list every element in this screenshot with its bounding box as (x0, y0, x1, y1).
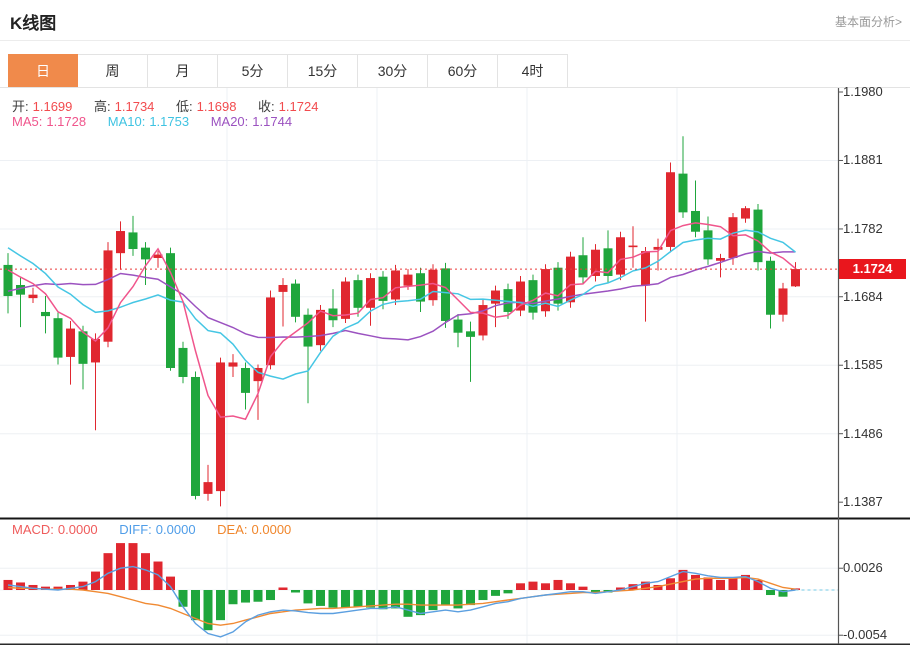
kline-chart[interactable]: 开: 1.1699 高: 1.1734 低: 1.1698 收: 1.1724 MA5:… (0, 88, 910, 646)
ma5-label: MA5: (12, 114, 42, 129)
price-tick-1.1585: 1.1585 (843, 357, 883, 372)
open-label: 开: (12, 99, 29, 114)
ma20-label: MA20: (211, 114, 249, 129)
ma-readout: MA5: 1.1728 MA10:1.1753 MA20:1.1744 (12, 114, 296, 129)
widget-header: K线图 基本面分析> (0, 0, 910, 41)
ma10-value: 1.1753 (149, 114, 189, 129)
macd-label: MACD: (12, 522, 54, 537)
current-price-tag: 1.1724 (839, 259, 906, 279)
ohlc-readout: 开: 1.1699 高: 1.1734 低: 1.1698 收: 1.1724 (12, 96, 322, 115)
high-label: 高: (94, 99, 111, 114)
ma20-value: 1.1744 (252, 114, 292, 129)
tab-day[interactable]: 日 (8, 54, 78, 88)
period-tabs: 日周月5分15分30分60分4时 (8, 54, 568, 88)
tab-30min[interactable]: 30分 (358, 54, 428, 88)
kline-widget: K线图 基本面分析> 日周月5分15分30分60分4时 开: 1.1699 高: 1… (0, 0, 910, 646)
low-value: 1.1698 (197, 99, 237, 114)
tab-60min[interactable]: 60分 (428, 54, 498, 88)
ma5-value: 1.1728 (46, 114, 86, 129)
open-value: 1.1699 (33, 99, 73, 114)
price-tick-1.1782: 1.1782 (843, 221, 883, 236)
dea-label: DEA: (217, 522, 247, 537)
price-tick-1.1387: 1.1387 (843, 494, 883, 509)
ma10-label: MA10: (108, 114, 146, 129)
page-title: K线图 (10, 9, 56, 34)
price-tick-1.1980: 1.1980 (843, 84, 883, 99)
diff-value: 0.0000 (156, 522, 196, 537)
tab-15min[interactable]: 15分 (288, 54, 358, 88)
low-label: 低: (176, 99, 193, 114)
tab-4hour[interactable]: 4时 (498, 54, 568, 88)
close-value: 1.1724 (279, 99, 319, 114)
macd-readout: MACD: 0.0000 DIFF: 0.0000 DEA: 0.0000 (12, 522, 295, 537)
diff-label: DIFF: (119, 522, 152, 537)
price-tick-1.1684: 1.1684 (843, 289, 883, 304)
tab-week[interactable]: 周 (78, 54, 148, 88)
macd-tick-0.0026: 0.0026 (843, 560, 883, 575)
tab-5min[interactable]: 5分 (218, 54, 288, 88)
macd-tick--0.0054: -0.0054 (843, 627, 887, 642)
fundamental-analysis-link[interactable]: 基本面分析> (835, 13, 902, 30)
tab-month[interactable]: 月 (148, 54, 218, 88)
chart-canvas[interactable] (0, 88, 910, 646)
close-label: 收: (258, 99, 275, 114)
price-tick-1.1486: 1.1486 (843, 426, 883, 441)
macd-value: 0.0000 (58, 522, 98, 537)
high-value: 1.1734 (115, 99, 155, 114)
price-tick-1.1881: 1.1881 (843, 152, 883, 167)
dea-value: 0.0000 (252, 522, 292, 537)
